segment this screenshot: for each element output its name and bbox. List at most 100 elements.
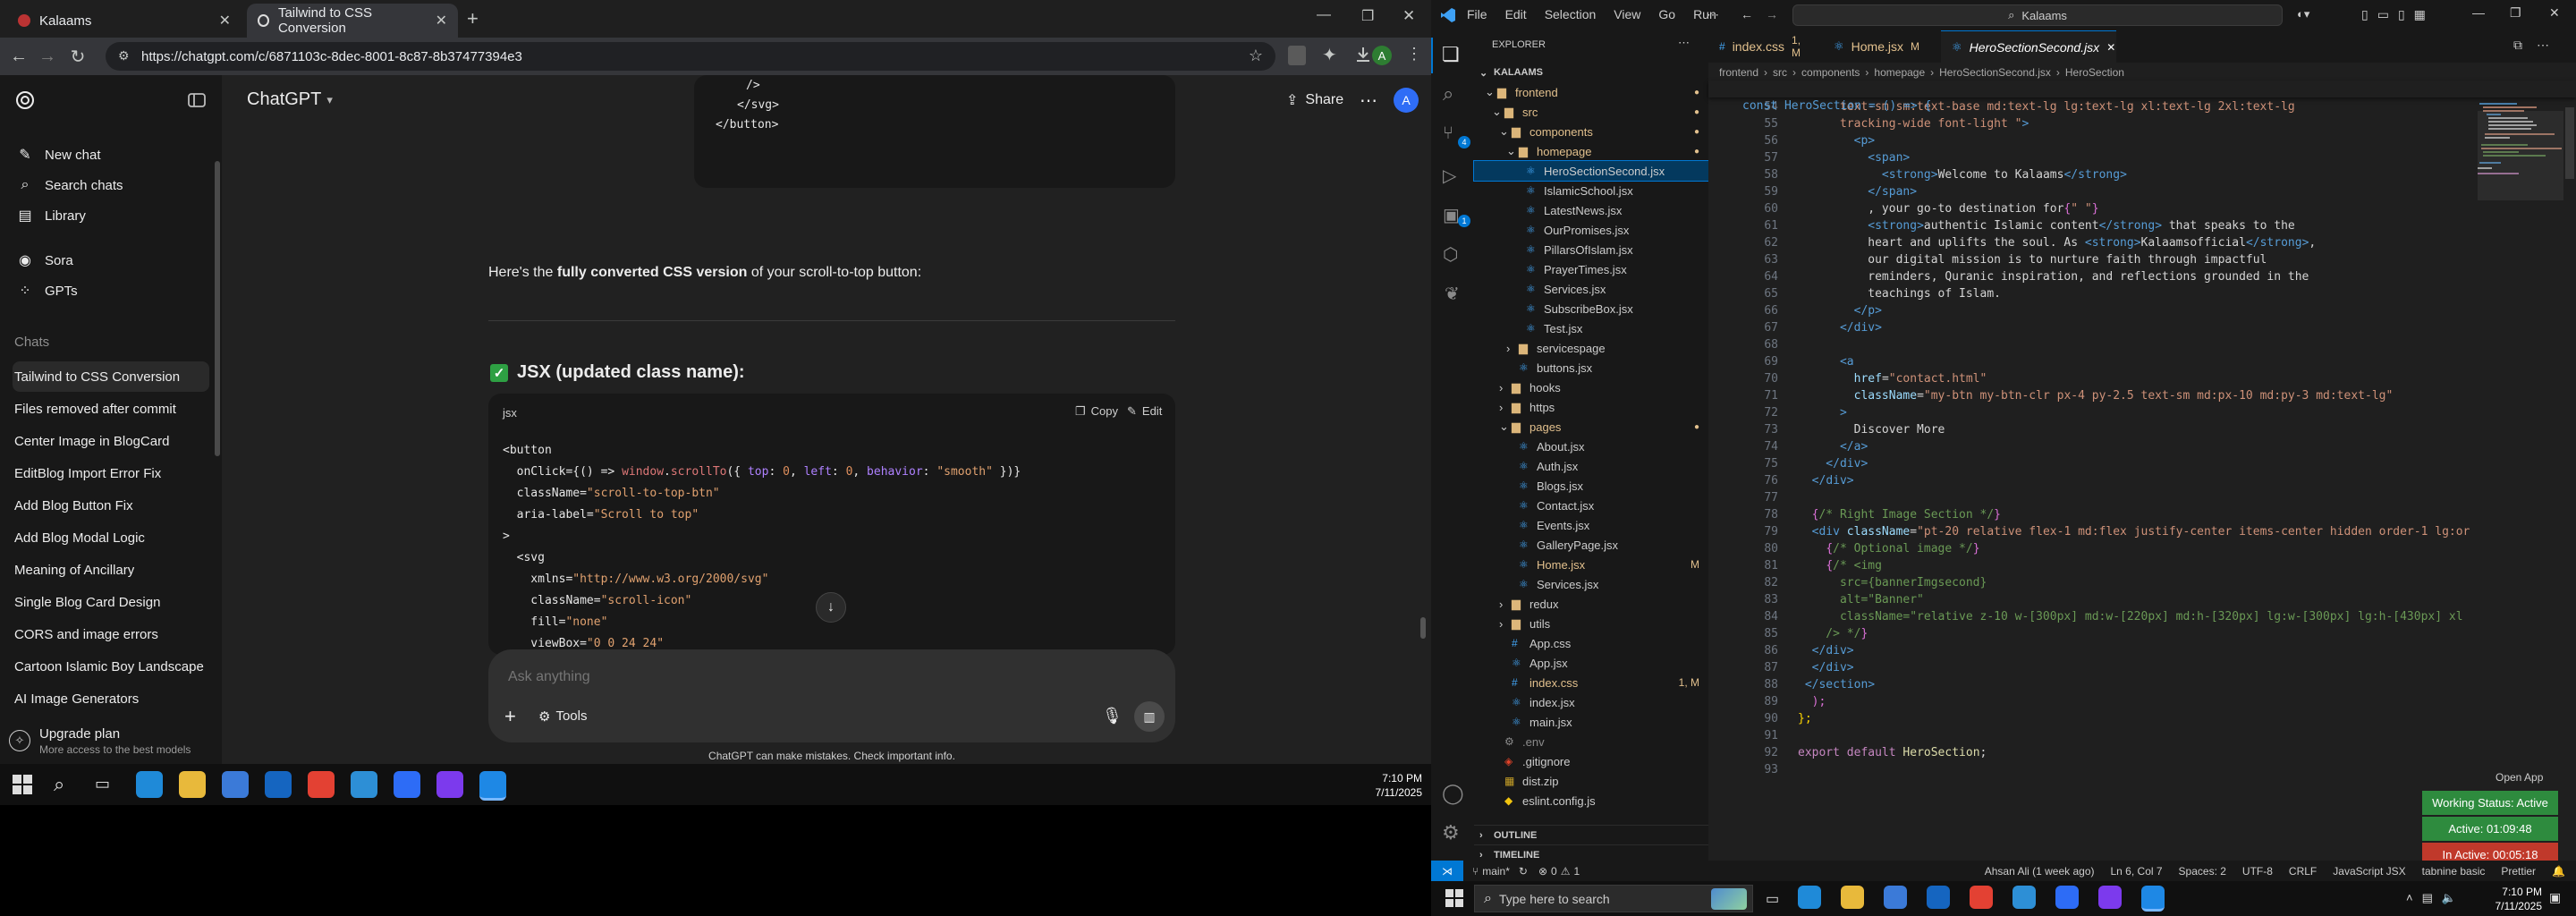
vscode-icon[interactable] bbox=[479, 771, 506, 801]
breadcrumb-item[interactable]: HeroSection bbox=[2065, 66, 2124, 79]
branch-indicator[interactable]: ⑂ main* bbox=[1472, 865, 1510, 878]
search-icon[interactable]: ⌕ bbox=[1443, 82, 1453, 106]
tree-file[interactable]: ⚛ PillarsOfIslam.jsx bbox=[1474, 240, 1708, 259]
menu-selection[interactable]: Selection bbox=[1545, 7, 1597, 21]
tree-file[interactable]: ⚛ main.jsx bbox=[1474, 712, 1708, 732]
edge-icon[interactable] bbox=[136, 771, 163, 798]
language-mode[interactable]: JavaScript JSX bbox=[2333, 865, 2405, 878]
work-status-badge[interactable]: Working Status: Active bbox=[2422, 791, 2558, 815]
extensions-icon[interactable]: ▣ bbox=[1443, 204, 1460, 226]
outlook-icon[interactable] bbox=[265, 771, 292, 798]
close-window-icon[interactable]: ✕ bbox=[1402, 7, 1415, 25]
maximize-icon[interactable]: ❐ bbox=[1361, 7, 1374, 25]
tree-file[interactable]: ◆ eslint.config.js bbox=[1474, 791, 1708, 810]
open-app-link[interactable]: Open App bbox=[2496, 771, 2543, 784]
chrome-icon[interactable] bbox=[308, 771, 335, 798]
message-input[interactable] bbox=[506, 664, 1046, 691]
work-status-badge[interactable]: Active: 01:09:48 bbox=[2422, 817, 2558, 841]
close-tab-icon[interactable]: ✕ bbox=[219, 12, 231, 30]
outline-section[interactable]: › OUTLINE bbox=[1474, 825, 1708, 844]
notifications-bell-icon[interactable]: 🔔 bbox=[2552, 865, 2565, 878]
chat-history-item[interactable]: Files removed after commit bbox=[13, 394, 209, 424]
sticky-scroll-line[interactable]: const HeroSection = () => { bbox=[1708, 81, 2576, 113]
tree-file[interactable]: ⚛ Home.jsx M bbox=[1474, 555, 1708, 574]
close-tab-icon[interactable]: ✕ bbox=[2106, 41, 2115, 54]
source-control-icon[interactable]: ⑂ bbox=[1443, 123, 1453, 144]
vscode-blue-icon[interactable] bbox=[351, 771, 377, 798]
zoom-icon[interactable] bbox=[394, 771, 420, 798]
tree-file[interactable]: ⚛ Auth.jsx bbox=[1474, 456, 1708, 476]
close-window-icon[interactable]: ✕ bbox=[2549, 5, 2560, 21]
tree-file[interactable]: ⚛ SubscribeBox.jsx bbox=[1474, 299, 1708, 318]
chat-history-item[interactable]: CORS and image errors bbox=[13, 619, 209, 649]
chat-history-item[interactable]: Add Blog Button Fix bbox=[13, 490, 209, 521]
tree-file[interactable]: ⚛ IslamicSchool.jsx bbox=[1474, 181, 1708, 200]
share-button[interactable]: ⇪ Share bbox=[1286, 91, 1343, 109]
upgrade-plan-button[interactable]: ✧ Upgrade plan More access to the best m… bbox=[9, 721, 213, 760]
tree-file[interactable]: ▦ dist.zip bbox=[1474, 771, 1708, 791]
project-root[interactable]: ⌄ KALAAMS bbox=[1474, 63, 1708, 82]
taskbar-search-icon[interactable]: ⌕ bbox=[54, 773, 64, 796]
toggle-sidebar-icon[interactable] bbox=[186, 89, 208, 111]
tree-folder[interactable]: › ▆ redux bbox=[1474, 594, 1708, 614]
tree-file[interactable]: ◈ .gitignore bbox=[1474, 751, 1708, 771]
tree-file[interactable]: ⚛ index.jsx bbox=[1474, 692, 1708, 712]
indentation[interactable]: Spaces: 2 bbox=[2179, 865, 2226, 878]
sync-icon[interactable]: ↻ bbox=[1519, 865, 1528, 878]
layout-panel-icon[interactable]: ▭ bbox=[2377, 7, 2389, 22]
breadcrumb-item[interactable]: homepage bbox=[1874, 66, 1925, 79]
git-blame[interactable]: Ahsan Ali (1 week ago) bbox=[1985, 865, 2095, 878]
chat-history-item[interactable]: Tailwind to CSS Conversion bbox=[13, 361, 209, 392]
windows-start-icon[interactable] bbox=[13, 775, 32, 794]
clock[interactable]: 7:10 PM 7/11/2025 bbox=[1342, 771, 1423, 800]
sidebar-nav-item[interactable]: ✎ New chat bbox=[13, 140, 209, 170]
extensions-puzzle-icon[interactable]: ✦ bbox=[1322, 44, 1337, 66]
editor-tab-home-jsx[interactable]: ⚛ Home.jsx M bbox=[1823, 30, 1941, 63]
tree-file[interactable]: # index.css 1, M bbox=[1474, 673, 1708, 692]
sidebar-nav-item[interactable]: ◉ Sora bbox=[13, 245, 209, 276]
nav-back-icon[interactable]: ← bbox=[1741, 7, 1753, 21]
editor-tab-index-css[interactable]: # index.css 1, M bbox=[1708, 30, 1823, 63]
chat-history-item[interactable]: Center Image in BlogCard bbox=[13, 426, 209, 456]
close-tab-icon[interactable]: ✕ bbox=[436, 12, 447, 30]
windows-start-icon[interactable] bbox=[1445, 889, 1463, 907]
microphone-icon[interactable]: 🎙 bbox=[1102, 707, 1123, 725]
model-switcher[interactable]: ChatGPT ▾ bbox=[247, 89, 333, 110]
menu-go[interactable]: Go bbox=[1658, 7, 1675, 21]
extension-icon[interactable] bbox=[1288, 46, 1306, 65]
github-desktop-icon[interactable] bbox=[2098, 886, 2122, 909]
minimize-icon[interactable]: — bbox=[2472, 5, 2485, 20]
explorer-files-icon[interactable]: ❏ bbox=[1442, 43, 1460, 66]
more-menu-icon[interactable]: ⋯ bbox=[1707, 7, 1719, 22]
accounts-icon[interactable]: ◯ bbox=[1442, 782, 1464, 805]
outlook-icon[interactable] bbox=[1927, 886, 1950, 909]
split-editor-icon[interactable]: ⧉ bbox=[2513, 38, 2522, 53]
tree-file[interactable]: ⚛ buttons.jsx bbox=[1474, 358, 1708, 377]
menu-view[interactable]: View bbox=[1614, 7, 1640, 21]
editor-scrollbar[interactable] bbox=[2563, 98, 2576, 823]
menu-edit[interactable]: Edit bbox=[1505, 7, 1527, 21]
tree-folder[interactable]: ⌄ ▆ components ● bbox=[1474, 122, 1708, 141]
cursor-position[interactable]: Ln 6, Col 7 bbox=[2111, 865, 2163, 878]
line-endings[interactable]: CRLF bbox=[2289, 865, 2317, 878]
tree-file[interactable]: ⚛ About.jsx bbox=[1474, 437, 1708, 456]
profile-avatar[interactable]: A bbox=[1372, 46, 1392, 65]
volume-icon[interactable]: 🔈 bbox=[2442, 891, 2456, 905]
tree-folder[interactable]: ⌄ ▆ homepage ● bbox=[1474, 141, 1708, 161]
add-attachment-icon[interactable]: + bbox=[504, 705, 516, 728]
bookmark-star-icon[interactable]: ☆ bbox=[1249, 47, 1263, 65]
tree-file[interactable]: ⚛ HeroSectionSecond.jsx bbox=[1473, 160, 1709, 182]
vscode-blue-icon[interactable] bbox=[2012, 886, 2036, 909]
address-bar[interactable]: ⚙ https://chatgpt.com/c/6871103c-8dec-80… bbox=[106, 42, 1275, 71]
store-icon[interactable] bbox=[1884, 886, 1907, 909]
tree-file[interactable]: ⚛ Services.jsx bbox=[1474, 574, 1708, 594]
tree-folder[interactable]: ⌄ ▆ pages ● bbox=[1474, 417, 1708, 437]
taskbar-search-box[interactable]: ⌕ Type here to search bbox=[1474, 885, 1753, 912]
github-desktop-icon[interactable] bbox=[436, 771, 463, 798]
voice-mode-icon[interactable]: ▥ bbox=[1134, 701, 1165, 732]
tree-file[interactable]: ⚛ Contact.jsx bbox=[1474, 496, 1708, 515]
copy-code-button[interactable]: ❐ Copy bbox=[1075, 404, 1118, 419]
more-options-icon[interactable]: ⋯ bbox=[1360, 89, 1377, 112]
settings-gear-icon[interactable]: ⚙ bbox=[1442, 821, 1460, 844]
chat-history-item[interactable]: Cartoon Islamic Boy Landscape bbox=[13, 651, 209, 682]
